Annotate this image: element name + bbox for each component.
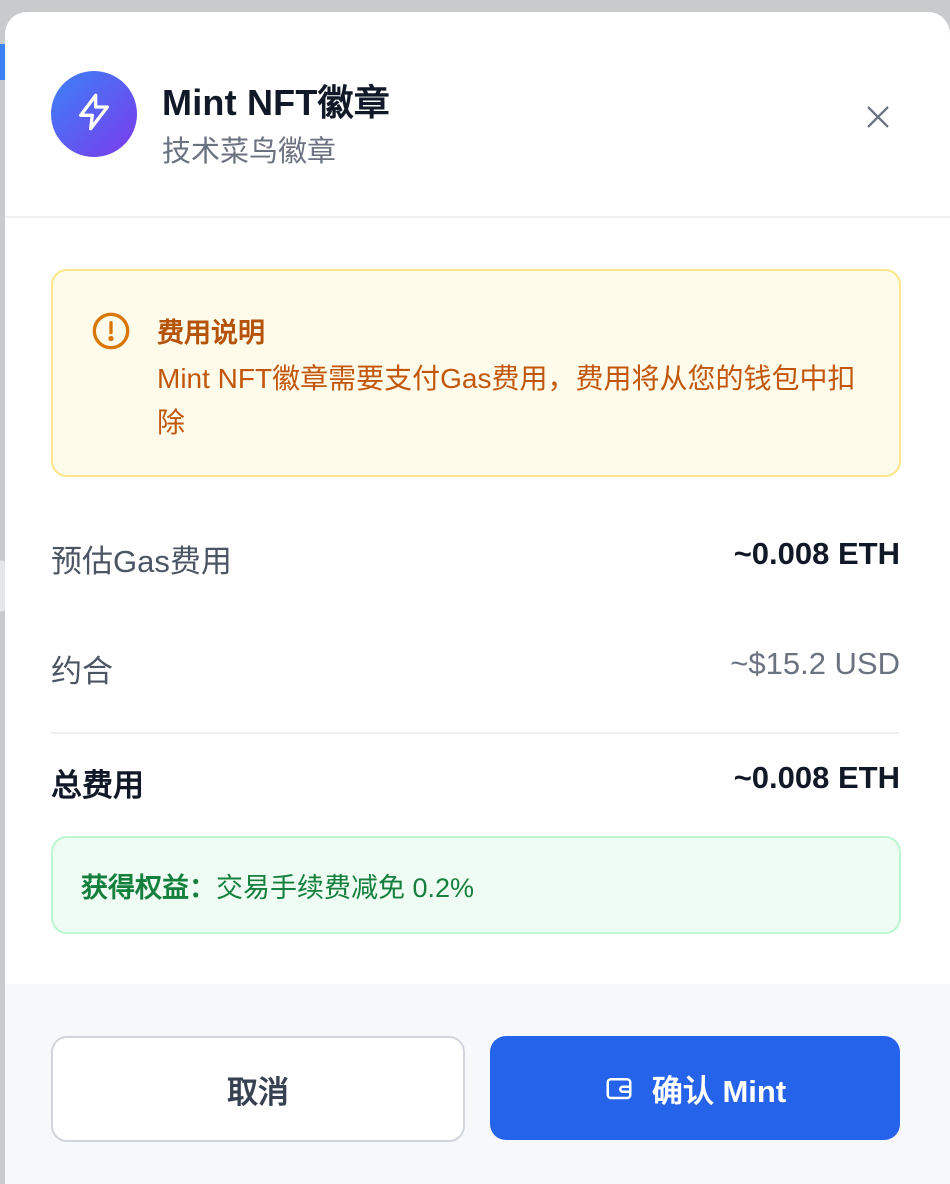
close-button[interactable] [853,94,903,144]
close-icon[interactable] [864,103,892,136]
fee-notice: 费用说明 Mint NFT徽章需要支付Gas费用，费用将从您的钱包中扣除 [51,269,901,477]
usd-equivalent-value: ~$15.2 USD [730,646,900,681]
benefit-box: 获得权益：交易手续费减免 0.2% [51,836,901,934]
wallet-icon [604,1073,634,1103]
benefit-label: 获得权益： [81,872,216,903]
badge-avatar [51,71,137,157]
modal-subtitle: 技术菜鸟徽章 [162,136,337,168]
modal-footer: 取消 确认 Mint [5,984,950,1184]
modal-title: Mint NFT徽章 [162,82,390,123]
benefit-description: 交易手续费减免 0.2% [216,872,475,903]
confirm-mint-button[interactable]: 确认 Mint [490,1036,900,1140]
mint-modal: Mint NFT徽章 技术菜鸟徽章 费用说明 Mint NFT徽章需要支付Gas… [5,12,950,1184]
cancel-button[interactable]: 取消 [51,1036,465,1142]
notice-title: 费用说明 [157,318,265,348]
confirm-mint-label: 确认 Mint [651,1073,787,1109]
lightning-icon [74,92,114,137]
total-fee-value: ~0.008 ETH [733,760,900,795]
modal-header: Mint NFT徽章 技术菜鸟徽章 [5,12,950,218]
cancel-button-label: 取消 [227,1074,289,1110]
divider [51,732,899,734]
gas-fee-value: ~0.008 ETH [733,536,900,571]
benefit-text: 获得权益：交易手续费减免 0.2% [81,866,474,905]
total-fee-label: 总费用 [51,768,144,803]
notice-text: Mint NFT徽章需要支付Gas费用，费用将从您的钱包中扣除 [157,363,856,438]
usd-equivalent-label: 约合 [51,654,113,689]
gas-fee-label: 预估Gas费用 [51,544,232,579]
alert-circle-icon [91,311,131,351]
